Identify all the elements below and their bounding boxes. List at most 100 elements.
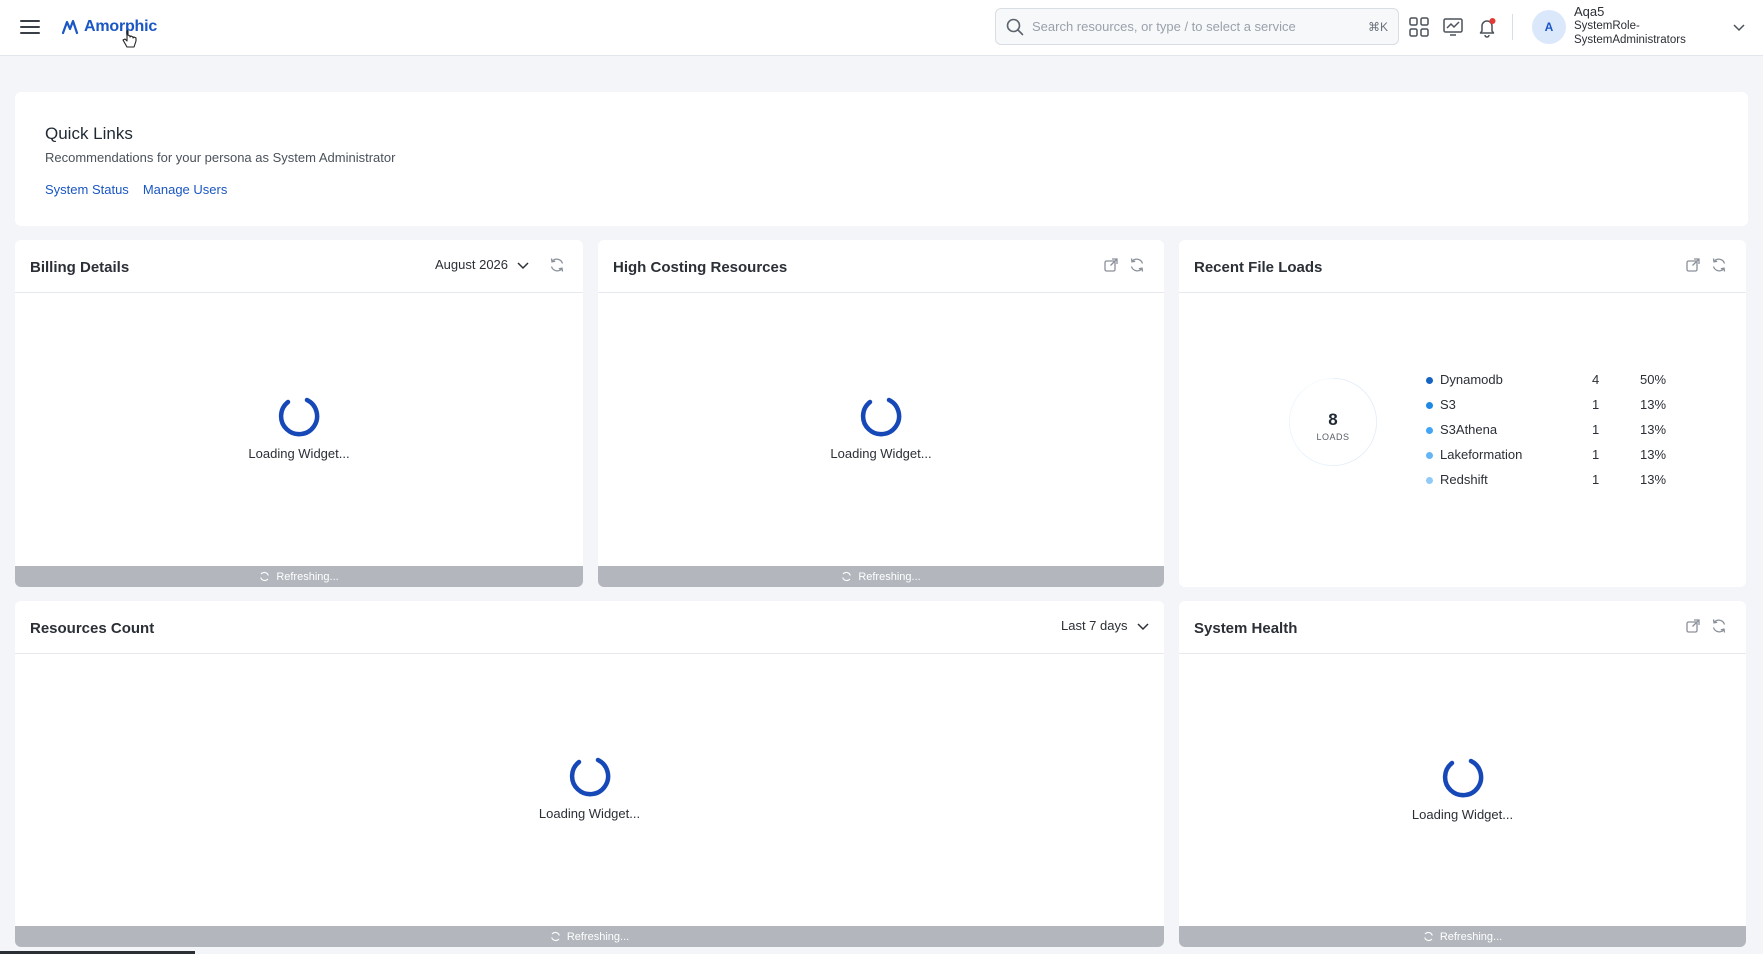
legend-percent: 13% xyxy=(1640,422,1667,437)
file-loads-legend: Dynamodb 4 50% S3 1 13% S3Athena 1 13% Lakeformat… xyxy=(1426,372,1676,497)
widget-loader: Loading Widget... xyxy=(15,394,583,461)
user-role-line2: SystemAdministrators xyxy=(1574,34,1686,46)
legend-count: 4 xyxy=(1592,372,1600,387)
file-loads-total: 8 LOADS xyxy=(1300,410,1366,442)
widget-title: Resources Count xyxy=(30,620,155,637)
refreshing-bar: Refreshing... xyxy=(1179,926,1746,947)
legend-dot xyxy=(1426,452,1433,459)
top-bar: Amorphic ⌘K A Aqa5 SystemRole- SystemAdm… xyxy=(0,0,1763,56)
apps-grid-icon[interactable] xyxy=(1408,16,1430,38)
user-role-line1: SystemRole- xyxy=(1574,20,1640,32)
quick-links-panel: Quick Links Recommendations for your per… xyxy=(15,92,1748,226)
chevron-down-icon xyxy=(1136,622,1149,630)
refreshing-text: Refreshing... xyxy=(858,570,921,583)
refresh-icon xyxy=(842,572,852,581)
loading-text: Loading Widget... xyxy=(538,806,641,821)
widget-loader: Loading Widget... xyxy=(1179,755,1746,822)
quick-links-subtitle: Recommendations for your persona as Syst… xyxy=(45,150,396,165)
widget-title: Billing Details xyxy=(30,259,130,276)
loading-text: Loading Widget... xyxy=(830,446,932,461)
system-status-link[interactable]: System Status xyxy=(45,182,129,197)
refreshing-bar: Refreshing... xyxy=(598,566,1164,587)
refreshing-text: Refreshing... xyxy=(1439,930,1503,943)
user-menu[interactable]: Aqa5 SystemRole- SystemAdministrators xyxy=(1574,5,1686,47)
chevron-down-icon[interactable] xyxy=(1732,20,1746,34)
refresh-icon xyxy=(551,932,560,941)
legend-item[interactable]: Dynamodb 4 50% xyxy=(1426,372,1676,397)
total-loads-label: LOADS xyxy=(1316,432,1350,442)
search-input[interactable] xyxy=(1032,19,1368,34)
billing-period-select[interactable]: August 2026 xyxy=(435,257,530,272)
legend-count: 1 xyxy=(1592,397,1600,412)
donut-slice-redshift[interactable] xyxy=(1301,378,1333,392)
legend-percent: 50% xyxy=(1640,372,1667,387)
loading-spinner-icon xyxy=(569,757,610,797)
app-logo[interactable]: Amorphic xyxy=(62,14,157,40)
legend-percent: 13% xyxy=(1640,447,1667,462)
billing-details-widget: Billing Details August 2026 Loading Widg… xyxy=(15,240,583,587)
legend-dot xyxy=(1426,377,1433,384)
loading-text: Loading Widget... xyxy=(1411,807,1514,822)
legend-count: 1 xyxy=(1592,472,1600,487)
legend-label: Dynamodb xyxy=(1440,372,1503,387)
monitoring-chart-icon[interactable] xyxy=(1442,16,1464,38)
open-external-icon[interactable] xyxy=(1103,257,1119,273)
open-external-icon[interactable] xyxy=(1685,618,1701,634)
legend-item[interactable]: S3 1 13% xyxy=(1426,397,1676,422)
widget-title: System Health xyxy=(1194,620,1298,637)
search-icon xyxy=(1006,18,1024,35)
date-range-select[interactable]: Last 7 days xyxy=(1061,618,1150,633)
manage-users-link[interactable]: Manage Users xyxy=(143,182,228,197)
refreshing-bar: Refreshing... xyxy=(15,926,1164,947)
legend-dot xyxy=(1426,427,1433,434)
donut-slice-s3[interactable] xyxy=(1301,452,1333,466)
system-health-widget: System Health Loading Widget... Refreshi… xyxy=(1179,601,1746,947)
legend-label: S3Athena xyxy=(1440,422,1498,437)
resources-count-widget: Resources Count Last 7 days Loading Widg… xyxy=(15,601,1164,947)
widget-loader: Loading Widget... xyxy=(15,754,1164,821)
legend-label: Lakeformation xyxy=(1440,447,1523,462)
legend-item[interactable]: S3Athena 1 13% xyxy=(1426,422,1676,447)
refresh-icon[interactable] xyxy=(1711,618,1727,634)
legend-percent: 13% xyxy=(1640,472,1667,487)
legend-item[interactable]: Redshift 1 13% xyxy=(1426,472,1676,497)
high-costing-resources-widget: High Costing Resources Loading Widget...… xyxy=(598,240,1164,587)
billing-period-value: August 2026 xyxy=(435,257,509,272)
legend-item[interactable]: Lakeformation 1 13% xyxy=(1426,447,1676,472)
refreshing-text: Refreshing... xyxy=(276,570,339,583)
legend-count: 1 xyxy=(1592,422,1600,437)
loading-spinner-icon xyxy=(860,397,902,437)
topbar-divider xyxy=(1512,14,1513,40)
refresh-icon[interactable] xyxy=(1129,257,1145,273)
date-range-value: Last 7 days xyxy=(1061,618,1128,633)
refresh-icon[interactable] xyxy=(1711,257,1727,273)
refresh-icon xyxy=(1424,932,1433,941)
notification-bell-icon[interactable] xyxy=(1476,16,1498,38)
amorphic-logo-icon xyxy=(62,19,79,35)
search-shortcut: ⌘K xyxy=(1367,19,1388,34)
legend-label: S3 xyxy=(1440,397,1456,412)
menu-icon[interactable] xyxy=(20,16,44,38)
pointer-cursor-icon xyxy=(122,30,137,48)
loading-spinner-icon xyxy=(278,397,320,437)
total-loads-value: 8 xyxy=(1328,410,1338,429)
chevron-down-icon xyxy=(517,261,529,269)
avatar[interactable]: A xyxy=(1532,10,1566,44)
legend-label: Redshift xyxy=(1440,472,1488,487)
legend-dot xyxy=(1426,477,1433,484)
legend-count: 1 xyxy=(1592,447,1600,462)
global-search[interactable]: ⌘K xyxy=(995,8,1399,45)
legend-percent: 13% xyxy=(1640,397,1667,412)
loading-spinner-icon xyxy=(1442,758,1483,798)
refreshing-bar: Refreshing... xyxy=(15,566,583,587)
widget-loader: Loading Widget... xyxy=(598,394,1164,461)
quick-links-title: Quick Links xyxy=(45,124,133,143)
app-logo-text: Amorphic xyxy=(84,18,158,35)
legend-dot xyxy=(1426,402,1433,409)
loading-text: Loading Widget... xyxy=(248,446,350,461)
refresh-icon xyxy=(260,572,270,581)
user-name: Aqa5 xyxy=(1574,4,1605,19)
widget-title: Recent File Loads xyxy=(1194,259,1323,276)
refresh-icon[interactable] xyxy=(549,257,565,273)
open-external-icon[interactable] xyxy=(1685,257,1701,273)
